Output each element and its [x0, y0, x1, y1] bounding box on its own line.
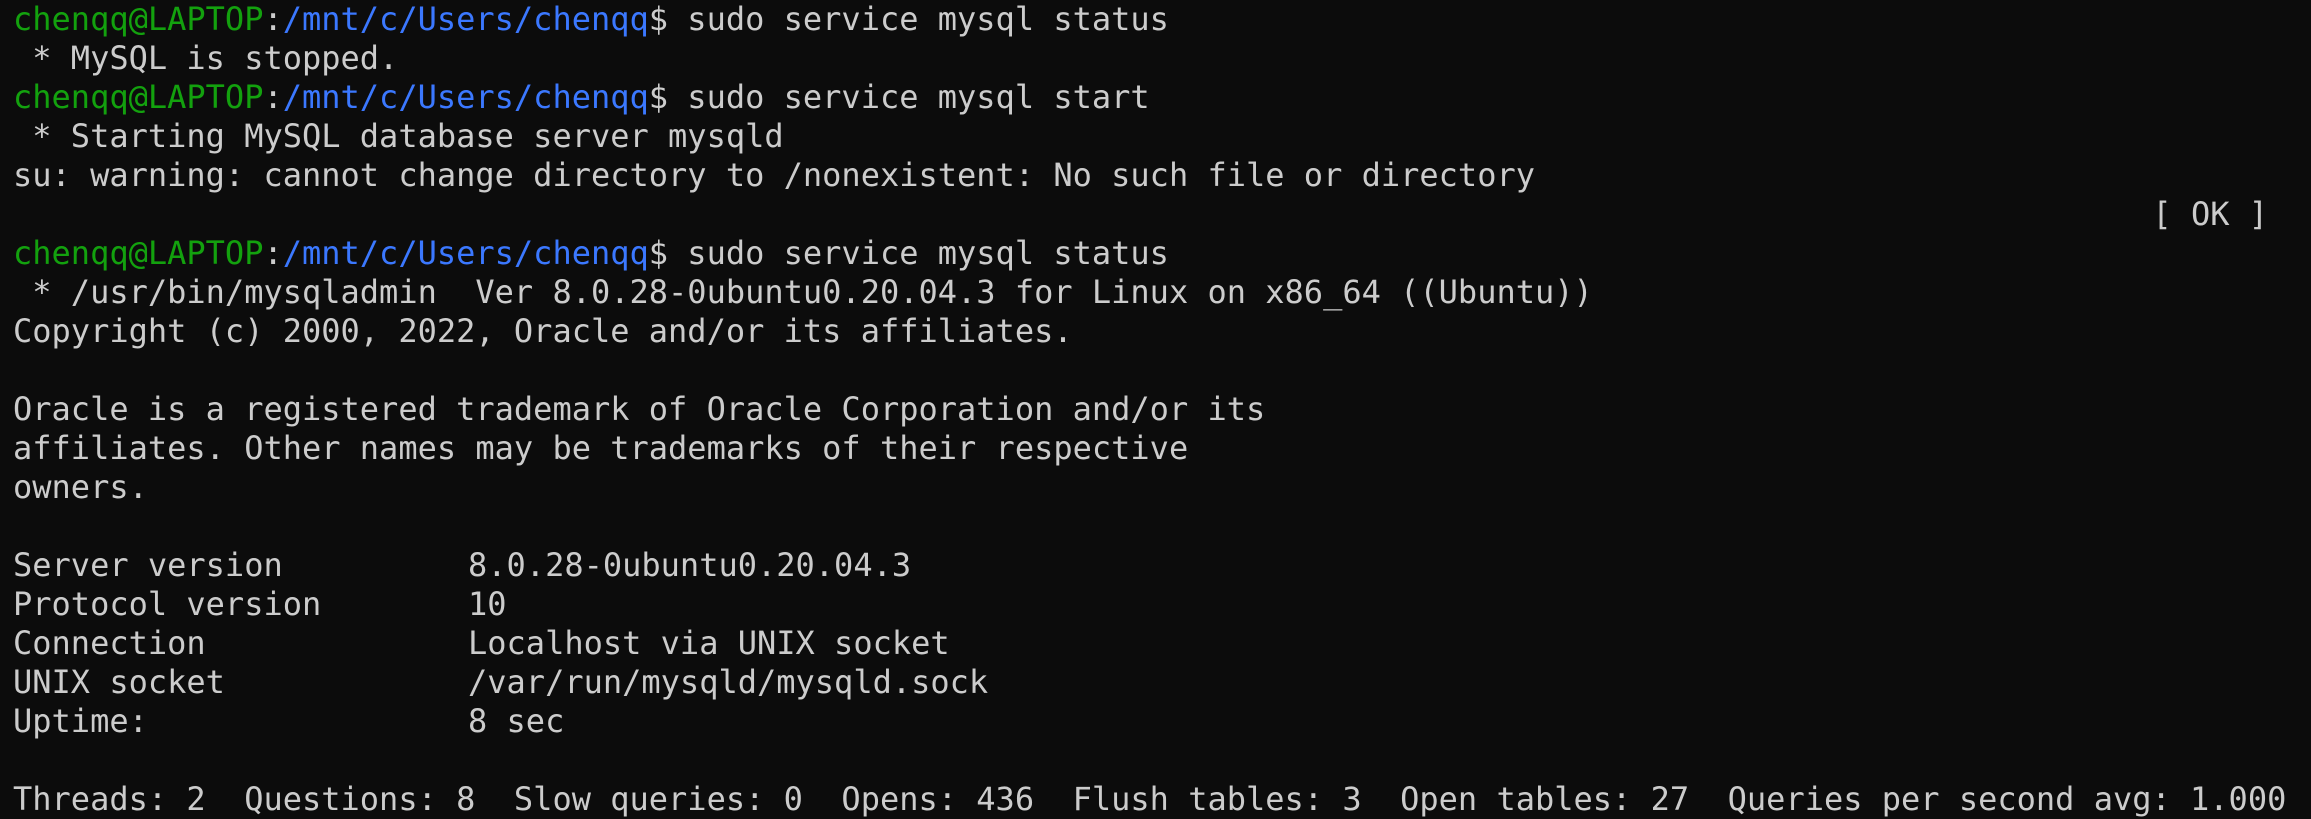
output-line: affiliates. Other names may be trademark…	[13, 429, 1189, 467]
status-value: 8 sec	[468, 702, 565, 740]
prompt-line: chenqq@LAPTOP:/mnt/c/Users/chenqq$ sudo …	[13, 0, 2303, 39]
prompt-user-host: chenqq@LAPTOP	[13, 234, 264, 272]
status-value: Localhost via UNIX socket	[468, 624, 950, 662]
prompt-cwd: /mnt/c/Users/chenqq	[282, 234, 649, 272]
status-value: 10	[468, 585, 507, 623]
output-line: owners.	[13, 468, 148, 506]
ok-status: [ OK ]	[2152, 195, 2268, 233]
ok-status-line: [ OK ]	[13, 195, 2303, 234]
status-row: Uptime: 8 sec	[13, 702, 2303, 741]
status-row: Server version 8.0.28-0ubuntu0.20.04.3	[13, 546, 2303, 585]
prompt-line: chenqq@LAPTOP:/mnt/c/Users/chenqq$ sudo …	[13, 234, 2303, 273]
status-key: Protocol version	[13, 585, 322, 623]
status-key: Uptime:	[13, 702, 148, 740]
prompt-symbol: $	[648, 234, 669, 272]
status-value: 8.0.28-0ubuntu0.20.04.3	[468, 546, 912, 584]
status-row: UNIX socket/var/run/mysqld/mysqld.sock	[13, 663, 2303, 702]
status-key: Server version	[13, 546, 283, 584]
command-text: sudo service mysql status	[668, 0, 1169, 38]
prompt-user-host: chenqq@LAPTOP	[13, 0, 264, 38]
prompt-separator: :	[263, 78, 283, 116]
prompt-symbol: $	[648, 0, 669, 38]
status-row: Connection Localhost via UNIX socket	[13, 624, 2303, 663]
prompt-cwd: /mnt/c/Users/chenqq	[282, 78, 649, 116]
command-text: sudo service mysql status	[668, 234, 1169, 272]
prompt-separator: :	[263, 234, 283, 272]
status-key: UNIX socket	[13, 663, 225, 701]
output-line: Copyright (c) 2000, 2022, Oracle and/or …	[13, 312, 1073, 350]
prompt-cwd: /mnt/c/Users/chenqq	[282, 0, 649, 38]
terminal-window[interactable]: chenqq@LAPTOP:/mnt/c/Users/chenqq$ sudo …	[13, 0, 2303, 819]
threads-summary-line: Threads: 2 Questions: 8 Slow queries: 0 …	[13, 780, 2287, 818]
status-value: /var/run/mysqld/mysqld.sock	[468, 663, 989, 701]
output-line: * MySQL is stopped.	[13, 39, 399, 77]
command-text: sudo service mysql start	[668, 78, 1150, 116]
output-line: * /usr/bin/mysqladmin Ver 8.0.28-0ubuntu…	[13, 273, 1593, 311]
output-line: * Starting MySQL database server mysqld	[13, 117, 784, 155]
prompt-separator: :	[263, 0, 283, 38]
prompt-user-host: chenqq@LAPTOP	[13, 78, 264, 116]
status-key: Connection	[13, 624, 206, 662]
prompt-line: chenqq@LAPTOP:/mnt/c/Users/chenqq$ sudo …	[13, 78, 2303, 117]
output-line: su: warning: cannot change directory to …	[13, 156, 1535, 194]
status-row: Protocol version 10	[13, 585, 2303, 624]
prompt-symbol: $	[648, 78, 669, 116]
output-line: Oracle is a registered trademark of Orac…	[13, 390, 1266, 428]
